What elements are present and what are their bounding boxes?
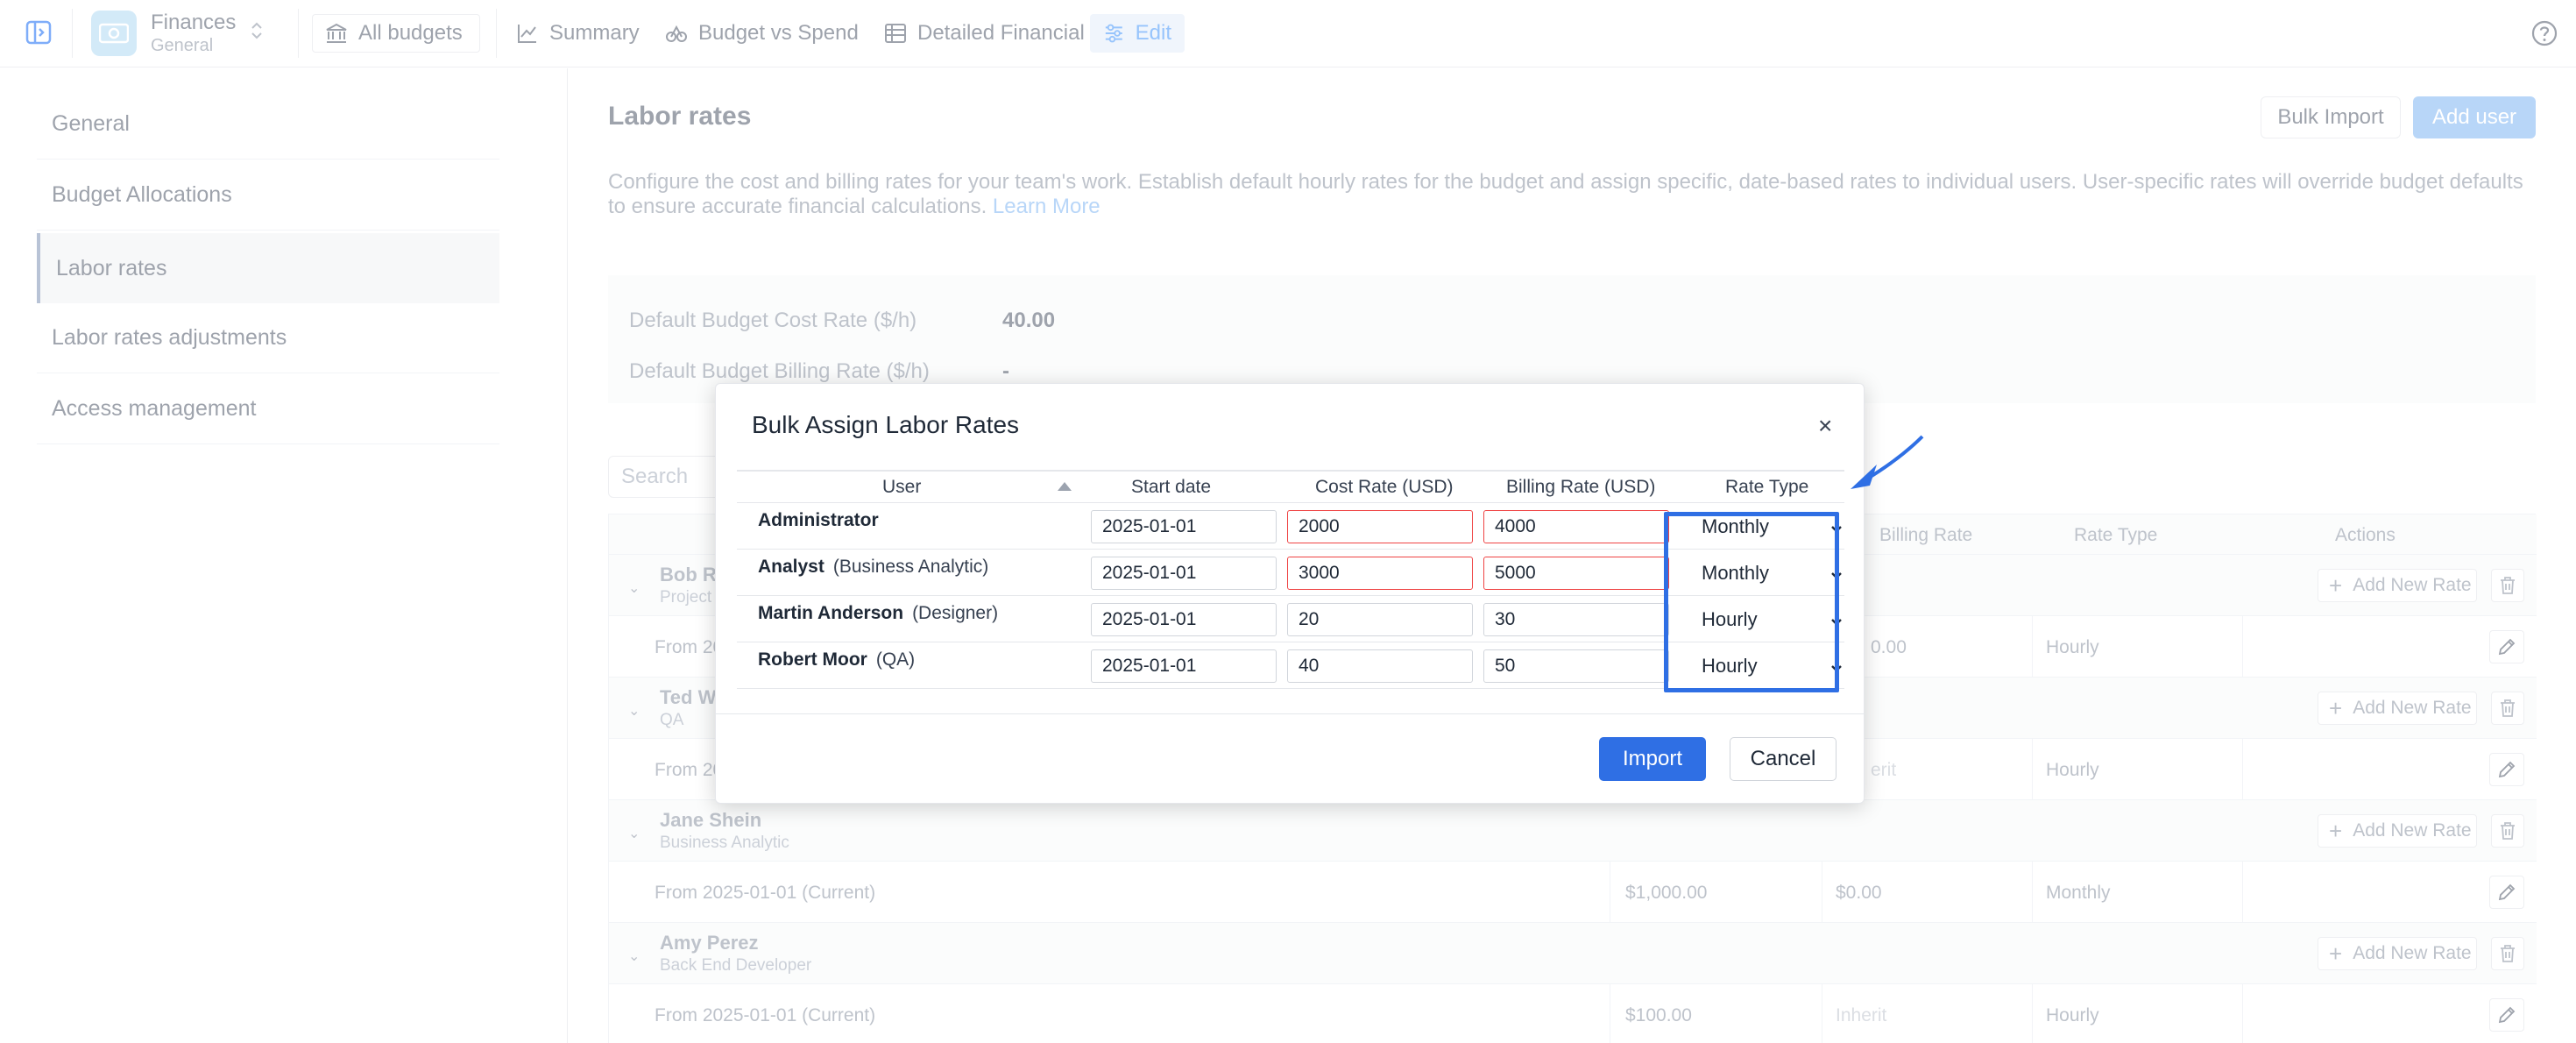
cost-rate-input[interactable]: 40 [1287, 649, 1473, 683]
start-date-input[interactable]: 2025-01-01 [1091, 510, 1277, 543]
billing-rate-input[interactable]: 30 [1483, 603, 1669, 636]
user-name: Analyst (Business Analytic) [758, 557, 988, 578]
user-name-text: Robert Moor [758, 649, 867, 670]
start-date-input[interactable]: 2025-01-01 [1091, 603, 1277, 636]
sort-asc-icon[interactable] [1058, 482, 1072, 491]
modal-title: Bulk Assign Labor Rates [752, 411, 1020, 438]
column-header-user[interactable]: User [882, 477, 921, 498]
start-date-input[interactable]: 2025-01-01 [1091, 649, 1277, 683]
user-name-text: Administrator [758, 510, 879, 530]
annotation-arrow-icon [1851, 435, 1924, 489]
rate-type-highlight-box [1664, 512, 1839, 692]
user-name: Robert Moor (QA) [758, 649, 915, 670]
column-header-rate-type: Rate Type [1725, 477, 1809, 497]
cost-rate-input[interactable]: 3000 [1287, 557, 1473, 590]
column-header-cost-rate: Cost Rate (USD) [1315, 477, 1454, 497]
billing-rate-input[interactable]: 50 [1483, 649, 1669, 683]
start-date-input[interactable]: 2025-01-01 [1091, 557, 1277, 590]
close-icon[interactable]: × [1818, 414, 1832, 438]
column-header-billing-rate: Billing Rate (USD) [1506, 477, 1656, 497]
cost-rate-input[interactable]: 20 [1287, 603, 1473, 636]
user-name-text: Analyst [758, 557, 824, 577]
import-button[interactable]: Import [1599, 737, 1706, 781]
table-header: User Start date Cost Rate (USD) Billing … [737, 470, 1844, 503]
user-name: Martin Anderson (Designer) [758, 603, 998, 624]
divider [716, 713, 1865, 714]
cancel-button[interactable]: Cancel [1730, 737, 1836, 781]
billing-rate-input[interactable]: 4000 [1483, 510, 1669, 543]
user-role: (QA) [875, 649, 916, 670]
user-name: Administrator [758, 510, 888, 531]
user-role: (Designer) [912, 603, 999, 623]
cost-rate-input[interactable]: 2000 [1287, 510, 1473, 543]
column-header-start-date: Start date [1131, 477, 1212, 497]
bulk-assign-modal: Bulk Assign Labor Rates × User Start dat… [715, 383, 1865, 804]
billing-rate-input[interactable]: 5000 [1483, 557, 1669, 590]
user-name-text: Martin Anderson [758, 603, 904, 623]
user-role: (Business Analytic) [832, 557, 989, 577]
